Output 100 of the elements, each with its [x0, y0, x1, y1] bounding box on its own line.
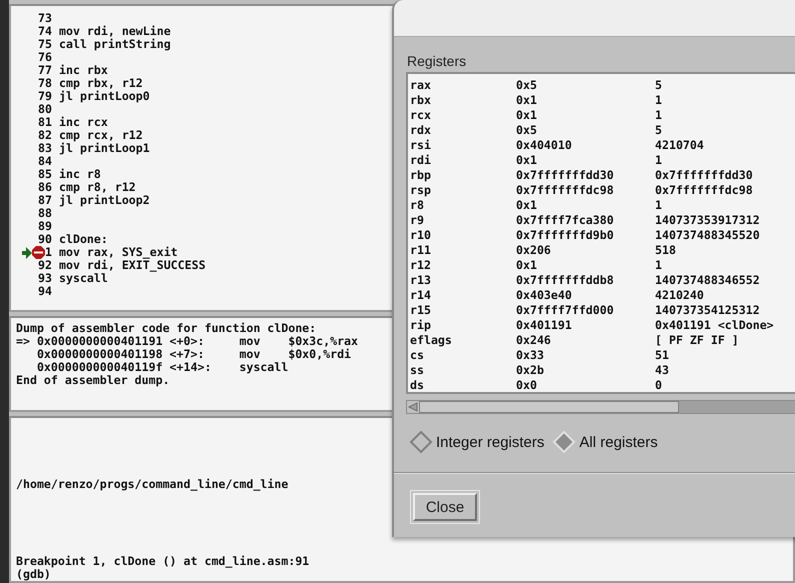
code-line: inc rbx	[59, 64, 108, 77]
register-hex-value: 0x7fffffffdc98	[516, 182, 615, 196]
line-number: 90	[38, 233, 52, 246]
disassembly-line: 0x000000000040119f <+14>: syscall	[36, 361, 288, 374]
register-name: rsi	[410, 138, 432, 152]
code-line: inc rcx	[59, 116, 108, 129]
register-name: rbp	[410, 168, 432, 182]
line-number: 86	[38, 181, 52, 194]
line-number: 83	[38, 142, 52, 155]
code-line: mov rax, SYS_exit	[59, 246, 178, 259]
line-number: 85	[38, 168, 52, 181]
disassembly-line: Dump of assembler code for function clDone:	[16, 322, 316, 335]
register-hex-value: 0x1	[516, 258, 538, 272]
radio-option[interactable]: Integer registers	[409, 430, 544, 454]
code-line: syscall	[59, 272, 108, 285]
register-name: r15	[410, 302, 432, 316]
register-value: 0	[655, 378, 663, 392]
code-line: cmp rcx, r12	[59, 129, 143, 142]
register-name: r13	[410, 272, 432, 286]
register-hex-value: 0x1	[516, 108, 538, 122]
line-number: 93	[38, 272, 52, 285]
scroll-left-icon[interactable]	[407, 401, 419, 413]
register-name: rdi	[410, 152, 432, 166]
console-output: Breakpoint 1, clDone () at cmd_line.asm:91	[16, 555, 310, 568]
code-line: cmp rbx, r12	[59, 77, 143, 90]
register-name: cs	[410, 348, 425, 362]
register-name: rax	[410, 78, 432, 92]
register-value: 51	[655, 348, 670, 362]
disassembly-line: 0x0000000000401198 <+7>: mov $0x0,%rdi	[36, 348, 352, 361]
register-value: 4210704	[655, 138, 705, 152]
register-hex-value: 0x0	[516, 378, 538, 392]
disassembly-line: End of assembler dump.	[16, 374, 170, 387]
radio-option[interactable]: All registers	[552, 430, 658, 454]
code-line: clDone:	[59, 233, 108, 246]
code-line: inc r8	[59, 168, 101, 181]
code-line: cmp r8, r12	[59, 181, 136, 194]
register-value: 1	[655, 258, 663, 272]
register-hex-value: 0x1	[516, 92, 538, 106]
code-line: call printString	[59, 38, 171, 51]
register-hex-value: 0x7fffffffdd30	[516, 168, 615, 182]
register-name: eflags	[410, 332, 453, 346]
register-value: 1	[655, 108, 663, 122]
register-name: r12	[410, 258, 432, 272]
register-name: rbx	[410, 92, 432, 106]
radio-diamond[interactable]	[409, 430, 433, 454]
register-name: ss	[410, 362, 425, 376]
register-hex-value: 0x7fffffffd9b0	[516, 228, 615, 242]
register-hex-value: 0x2b	[516, 362, 545, 376]
code-line: jl printLoop1	[59, 142, 150, 155]
register-hex-value: 0x403e40	[516, 288, 573, 302]
code-line: jl printLoop0	[59, 90, 150, 103]
code-line: mov rdi, EXIT_SUCCESS	[59, 259, 206, 272]
register-value: 4210240	[655, 288, 705, 302]
register-hex-value: 0x7ffff7ffd000	[516, 302, 615, 316]
line-number: 92	[38, 259, 52, 272]
close-button[interactable]: Close	[413, 493, 477, 521]
line-number: 74	[38, 25, 52, 38]
line-number: 88	[38, 207, 52, 220]
register-hex-value: 0x246	[516, 332, 552, 346]
code-line: jl printLoop2	[59, 194, 150, 207]
register-name: r11	[410, 242, 432, 256]
register-value: 0x7fffffffdc98	[655, 182, 754, 196]
register-value: 518	[655, 242, 677, 256]
register-value: 0x401191 <clDone>	[655, 318, 775, 332]
register-hex-value: 0x7fffffffddb8	[516, 272, 615, 286]
register-hex-value: 0x5	[516, 78, 538, 92]
register-name: r14	[410, 288, 432, 302]
register-value: 140737353917312	[655, 212, 761, 226]
register-value: 1	[655, 198, 663, 212]
line-number: 84	[38, 155, 52, 168]
register-hex-value: 0x33	[516, 348, 545, 362]
line-number: 78	[38, 77, 52, 90]
register-name: rsp	[410, 182, 432, 196]
console-output: /home/renzo/progs/command_line/cmd_line	[16, 478, 290, 491]
register-hex-value: 0x206	[516, 242, 552, 256]
line-number: 80	[38, 103, 52, 116]
code-line: mov rdi, newLine	[59, 25, 171, 38]
register-value: [ PF ZF IF ]	[655, 332, 740, 346]
dialog-title: Registers	[407, 53, 468, 69]
register-name: rip	[410, 318, 432, 332]
register-name: r9	[410, 212, 425, 226]
line-number: 94	[38, 285, 52, 298]
register-value: 140737488345520	[655, 228, 761, 242]
line-number: 76	[38, 51, 52, 64]
register-value: 1	[655, 152, 663, 166]
register-value: 5	[655, 122, 663, 136]
line-number: 82	[38, 129, 52, 142]
line-number: 75	[38, 38, 52, 51]
register-value: 43	[655, 362, 670, 376]
horizontal-scrollbar[interactable]	[406, 400, 795, 414]
register-name: ds	[410, 378, 425, 392]
line-number: 73	[38, 12, 52, 25]
register-value: 0x7fffffffdd30	[655, 168, 754, 182]
line-number: 1	[45, 246, 52, 259]
console-prompt[interactable]: (gdb)	[16, 568, 793, 581]
line-number: 79	[38, 90, 52, 103]
line-number: 87	[38, 194, 52, 207]
register-name: r10	[410, 228, 432, 242]
register-hex-value: 0x7ffff7fca380	[516, 212, 615, 226]
line-number: 81	[38, 116, 52, 129]
